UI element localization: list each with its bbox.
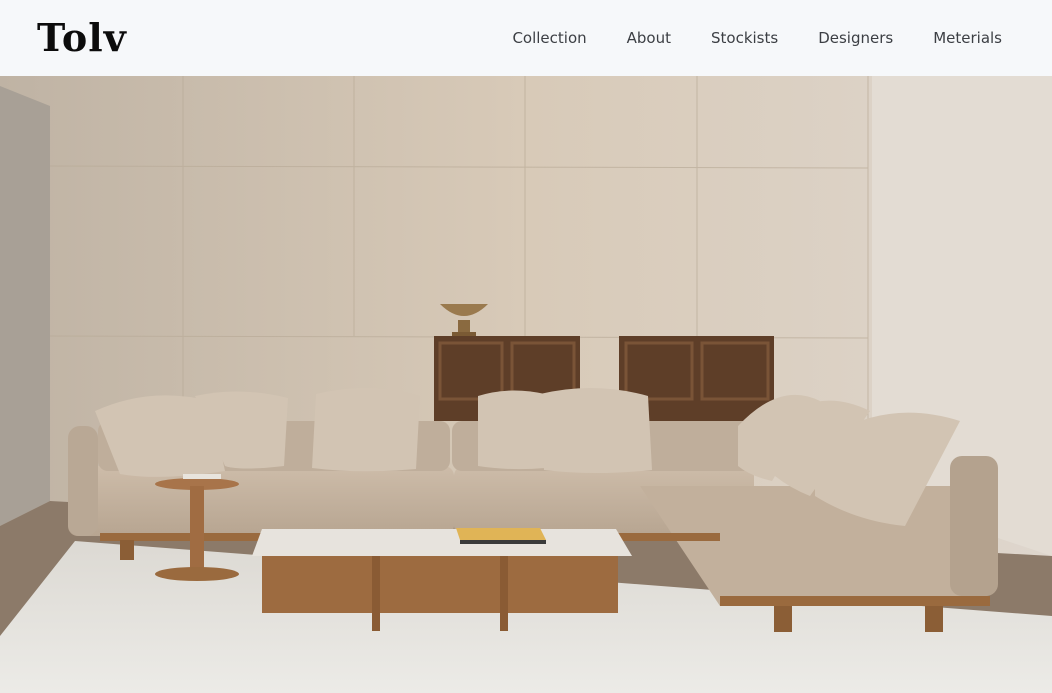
living-room-scene — [0, 76, 1052, 693]
site-header: Tolv Collection About Stockists Designer… — [0, 0, 1052, 76]
nav-link-designers[interactable]: Designers — [818, 27, 893, 49]
main-nav: Collection About Stockists Designers Met… — [512, 27, 1002, 49]
book — [456, 528, 546, 540]
left-wall — [0, 86, 50, 526]
brand-logo[interactable]: Tolv — [37, 14, 127, 62]
nav-link-collection[interactable]: Collection — [512, 27, 586, 49]
nav-link-meterials[interactable]: Meterials — [933, 27, 1002, 49]
nav-link-stockists[interactable]: Stockists — [711, 27, 778, 49]
hero-image — [0, 76, 1052, 693]
nav-link-about[interactable]: About — [627, 27, 671, 49]
